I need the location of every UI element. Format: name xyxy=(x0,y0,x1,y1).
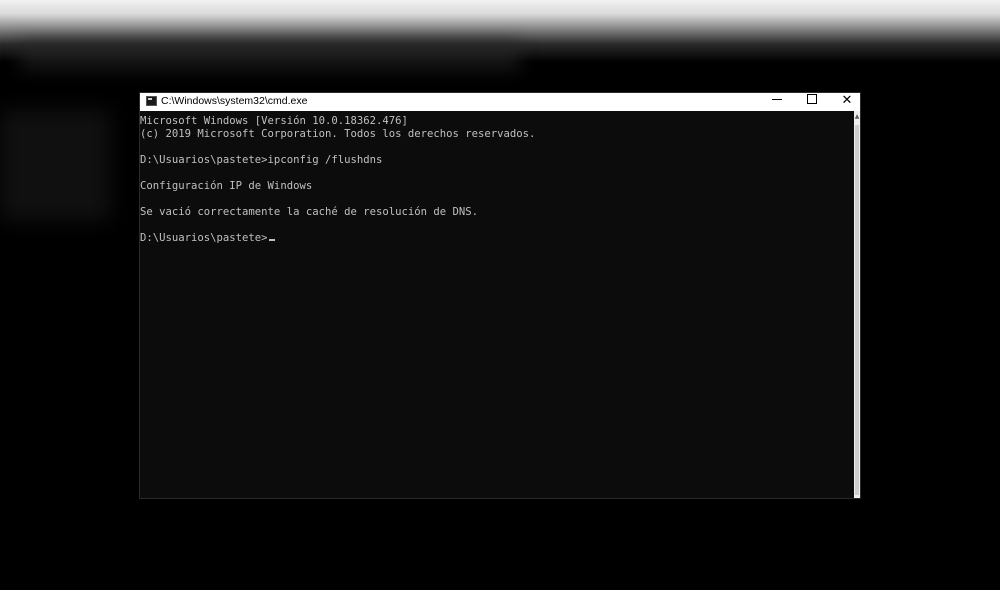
console-line: D:\Usuarios\pastete>ipconfig /flushdns xyxy=(140,154,383,166)
console-output[interactable]: Microsoft Windows [Versión 10.0.18362.47… xyxy=(140,115,852,495)
console-line: Se vació correctamente la caché de resol… xyxy=(140,206,479,218)
cmd-window[interactable]: C:\Windows\system32\cmd.exe ✕ Microsoft … xyxy=(140,93,860,498)
close-icon: ✕ xyxy=(841,93,853,108)
console-line: Microsoft Windows [Versión 10.0.18362.47… xyxy=(140,115,408,127)
title-bar[interactable]: C:\Windows\system32\cmd.exe ✕ xyxy=(140,93,860,111)
minimize-button[interactable] xyxy=(760,93,794,111)
console-line: Configuración IP de Windows xyxy=(140,180,313,192)
text-cursor xyxy=(268,239,275,241)
maximize-button[interactable] xyxy=(795,93,829,111)
minimize-icon xyxy=(772,99,782,100)
scrollbar-thumb[interactable] xyxy=(855,125,859,495)
close-button[interactable]: ✕ xyxy=(830,93,864,111)
console-prompt-line[interactable]: D:\Usuarios\pastete> xyxy=(140,232,852,245)
blurred-background-shape xyxy=(20,40,520,70)
scroll-up-arrow-icon[interactable]: ▲ xyxy=(854,113,860,121)
console-line: (c) 2019 Microsoft Corporation. Todos lo… xyxy=(140,128,536,140)
window-title: C:\Windows\system32\cmd.exe xyxy=(161,95,308,107)
maximize-icon xyxy=(807,94,817,104)
vertical-scrollbar[interactable]: ▲ xyxy=(854,111,860,498)
console-prompt: D:\Usuarios\pastete> xyxy=(140,232,268,244)
blurred-background-shape xyxy=(0,110,110,220)
cmd-icon[interactable] xyxy=(146,96,157,106)
